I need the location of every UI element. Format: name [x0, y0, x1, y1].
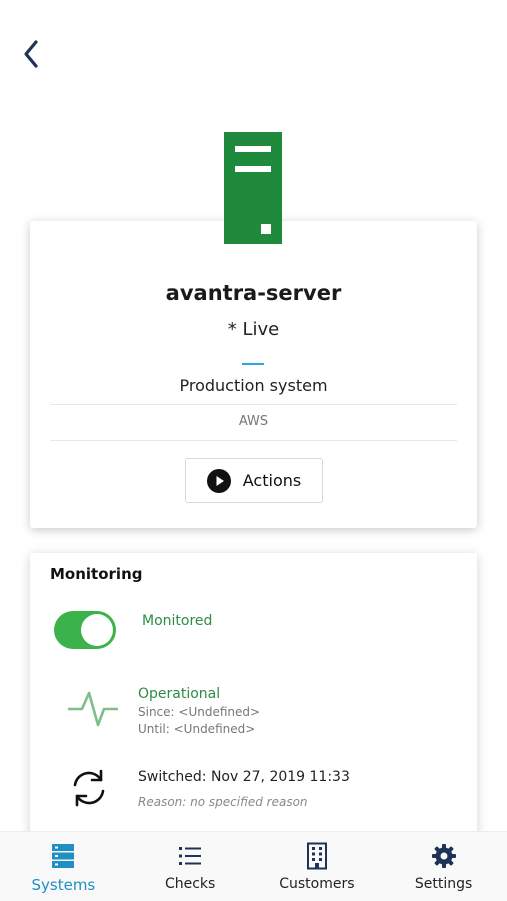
operational-until: Until: <Undefined>: [138, 722, 256, 736]
actions-label: Actions: [242, 471, 302, 490]
system-host: AWS: [238, 414, 269, 429]
bottom-navigation: Systems Checks Customers Settings: [0, 831, 507, 901]
accent-divider: [242, 363, 264, 365]
back-button[interactable]: [18, 38, 46, 70]
nav-label-customers: Customers: [279, 876, 355, 892]
nav-item-settings[interactable]: Settings: [380, 832, 507, 901]
nav-item-checks[interactable]: Checks: [127, 832, 254, 901]
switch-reason: Reason: no specified reason: [138, 795, 308, 809]
systems-icon: [52, 844, 75, 868]
operational-since: Since: <Undefined>: [138, 705, 261, 719]
chevron-left-icon: [24, 40, 38, 68]
system-status: * Live: [227, 319, 280, 340]
system-name: avantra-server: [165, 281, 342, 305]
pulse-icon: [68, 691, 118, 727]
toggle-knob: [81, 614, 113, 646]
monitored-toggle[interactable]: [54, 611, 116, 649]
nav-item-customers[interactable]: Customers: [254, 832, 381, 901]
switched-text: Switched: Nov 27, 2019 11:33: [138, 769, 350, 785]
nav-label-systems: Systems: [31, 876, 96, 894]
operational-title: Operational: [138, 686, 221, 702]
refresh-icon: [73, 769, 105, 807]
nav-item-systems[interactable]: Systems: [0, 832, 127, 901]
divider: [50, 404, 457, 405]
building-icon: [306, 842, 327, 870]
play-circle-icon: [206, 468, 231, 493]
system-role: Production system: [179, 376, 328, 395]
actions-button[interactable]: Actions: [185, 458, 323, 503]
divider: [50, 440, 457, 441]
nav-label-checks: Checks: [164, 876, 216, 892]
server-icon: [224, 132, 282, 244]
nav-label-settings: Settings: [414, 876, 473, 892]
monitoring-title: Monitoring: [50, 565, 143, 583]
list-icon: [179, 847, 202, 865]
monitoring-card: Monitoring Monitored Operational Since: …: [30, 553, 477, 853]
monitored-label: Monitored: [142, 613, 213, 629]
system-card: avantra-server * Live Production system …: [30, 221, 477, 528]
gear-icon: [431, 844, 456, 868]
